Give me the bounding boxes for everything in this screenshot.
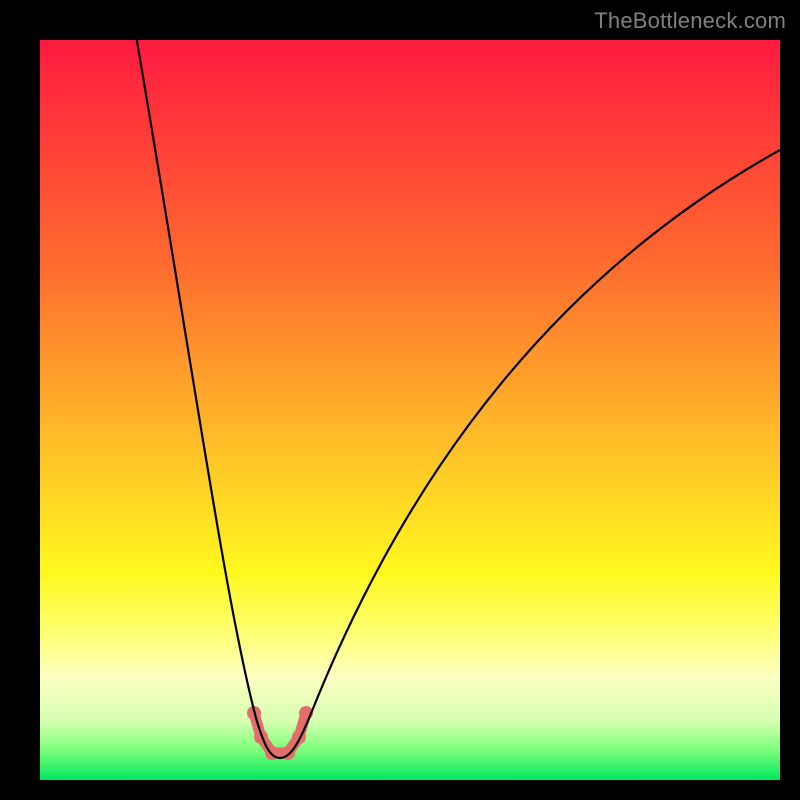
watermark-text: TheBottleneck.com: [594, 8, 786, 34]
bottleneck-curve-layer: [40, 40, 780, 780]
plot-area: [40, 40, 780, 780]
chart-frame: TheBottleneck.com: [0, 0, 800, 800]
bottleneck-curve: [130, 40, 780, 758]
